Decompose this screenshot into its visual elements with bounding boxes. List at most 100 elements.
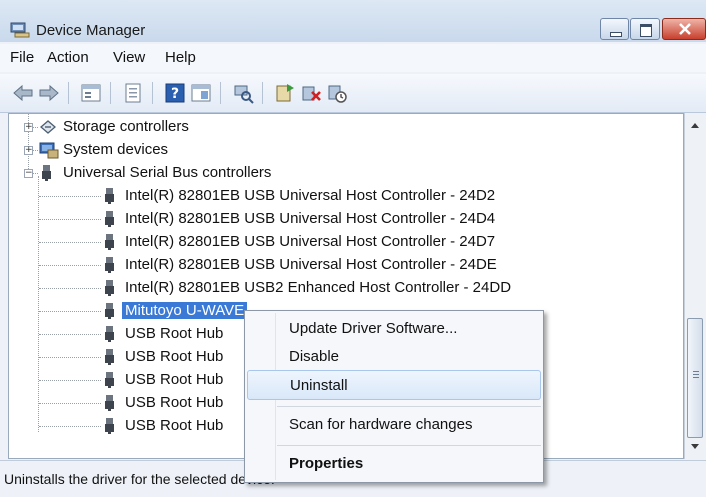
collapse-icon[interactable]: − [24,169,33,178]
usb-device-label: Mitutoyo U-WAVE [122,302,248,319]
usb-plug-icon [105,188,114,204]
tree-connector [33,150,38,151]
scroll-up-icon[interactable] [690,121,700,129]
usb-device-item[interactable]: USB Root Hub [9,392,259,414]
tree-item-label: System devices [63,141,169,158]
minimize-icon [610,32,622,37]
scroll-down-icon[interactable] [690,443,700,451]
usb-device-label: Intel(R) 82801EB USB Universal Host Cont… [125,256,497,273]
tree-connector [39,219,101,220]
tree-connector [39,426,101,427]
usb-plug-icon [105,372,114,388]
toolbar-separator [220,82,221,104]
menu-bar: File Action View Help [0,44,706,72]
title-bar[interactable]: Device Manager [0,0,706,42]
menu-item-label: Scan for hardware changes [289,416,473,433]
usb-device-label: Intel(R) 82801EB USB Universal Host Cont… [125,187,496,204]
grip-line [693,374,699,375]
menu-item-uninstall[interactable]: Uninstall [247,370,541,400]
help-icon[interactable]: ? [164,82,186,104]
usb-device-label: USB Root Hub [125,325,224,342]
usb-plug-icon [105,234,114,250]
usb-plug-icon [105,395,114,411]
usb-device-label: USB Root Hub [125,348,224,365]
usb-device-label: Intel(R) 82801EB USB Universal Host Cont… [125,233,496,250]
menu-help[interactable]: Help [165,49,196,66]
menu-item-scan-hardware[interactable]: Scan for hardware changes [247,410,541,440]
category-system-devices[interactable]: + System devices [9,139,309,161]
usb-device-item[interactable]: USB Root Hub [9,346,259,368]
menu-item-label: Disable [289,348,340,365]
expand-icon[interactable]: + [24,146,33,155]
usb-device-label: USB Root Hub [125,371,224,388]
device-manager-icon [10,22,30,38]
usb-plug-icon [105,280,114,296]
menu-item-disable[interactable]: Disable [247,342,541,372]
close-button[interactable] [662,18,706,40]
toolbar: ? [0,74,706,113]
usb-plug-icon [105,349,114,365]
show-hide-tree-icon[interactable] [80,82,102,104]
usb-plug-icon [105,326,114,342]
grip-line [693,371,699,372]
close-icon [679,23,691,35]
menu-view[interactable]: View [113,49,145,66]
usb-device-item[interactable]: Intel(R) 82801EB USB2 Enhanced Host Cont… [9,277,511,299]
uninstall-icon[interactable] [300,82,322,104]
properties-icon[interactable] [122,82,144,104]
menu-separator [277,445,541,446]
back-icon[interactable] [12,82,34,104]
toolbar-separator [110,82,111,104]
minimize-button[interactable] [600,18,629,40]
scrollbar-thumb[interactable] [687,318,703,438]
forward-icon[interactable] [38,82,60,104]
scan-hardware-icon[interactable] [232,82,254,104]
tree-connector [39,334,101,335]
menu-action[interactable]: Action [47,49,89,66]
menu-item-properties[interactable]: Properties [247,449,541,479]
menu-separator [277,406,541,407]
tree-connector [39,196,101,197]
menu-item-update-driver[interactable]: Update Driver Software... [247,314,541,344]
usb-device-item[interactable]: USB Root Hub [9,415,259,437]
usb-plug-icon [105,211,114,227]
svg-text:?: ? [171,86,179,102]
toolbar-separator [68,82,69,104]
tree-item-label: Universal Serial Bus controllers [63,164,272,181]
usb-device-label: USB Root Hub [125,394,224,411]
tree-connector [39,403,101,404]
category-usb-controllers[interactable]: − Universal Serial Bus controllers [9,162,329,184]
maximize-button[interactable] [630,18,660,40]
usb-plug-icon [105,303,114,319]
context-menu: Update Driver Software... Disable Uninst… [244,310,544,483]
usb-device-item-selected[interactable]: Mitutoyo U-WAVE [9,300,259,322]
menu-item-label: Uninstall [290,377,348,394]
tree-connector [39,288,101,289]
tree-connector [39,357,101,358]
update-driver-icon[interactable] [274,82,296,104]
vertical-scrollbar[interactable] [684,113,705,459]
usb-device-item[interactable]: Intel(R) 82801EB USB Universal Host Cont… [9,254,497,276]
expand-icon[interactable]: + [24,123,33,132]
toolbar-separator [152,82,153,104]
view-icon[interactable] [190,82,212,104]
disable-icon[interactable] [326,82,348,104]
menu-file[interactable]: File [10,49,34,66]
tree-connector [39,380,101,381]
tree-connector [33,173,38,174]
usb-plug-icon [105,418,114,434]
grip-line [693,377,699,378]
usb-device-item[interactable]: USB Root Hub [9,323,259,345]
usb-device-item[interactable]: USB Root Hub [9,369,259,391]
maximize-icon [640,24,652,37]
tree-connector [39,265,101,266]
usb-device-item[interactable]: Intel(R) 82801EB USB Universal Host Cont… [9,208,495,230]
tree-item-label: Storage controllers [63,118,189,135]
toolbar-separator [262,82,263,104]
menu-item-label: Properties [289,455,364,472]
usb-device-item[interactable]: Intel(R) 82801EB USB Universal Host Cont… [9,231,495,253]
usb-device-label: Intel(R) 82801EB USB Universal Host Cont… [125,210,496,227]
usb-device-item[interactable]: Intel(R) 82801EB USB Universal Host Cont… [9,185,495,207]
category-storage-controllers[interactable]: + Storage controllers [9,116,309,138]
tree-connector [39,242,101,243]
